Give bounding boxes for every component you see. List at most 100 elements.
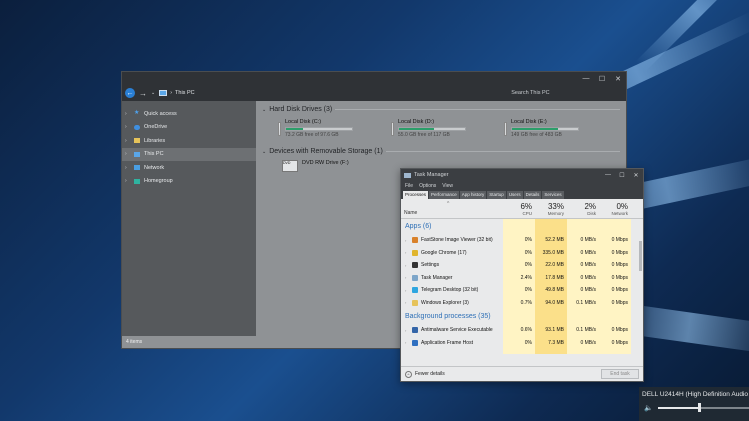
process-name-cell: › Application Frame Host: [401, 339, 503, 346]
minimize-button[interactable]: —: [601, 172, 615, 178]
disk-cell: 0 MB/s: [580, 249, 596, 256]
sidebar-item-homegroup[interactable]: › Homegroup: [122, 175, 256, 189]
menu-file[interactable]: File: [405, 183, 413, 189]
chevron-down-icon[interactable]: ⌄: [262, 107, 266, 113]
menu-view[interactable]: View: [442, 183, 453, 189]
chevron-right-icon[interactable]: ›: [405, 275, 409, 280]
speaker-icon[interactable]: 🔈: [644, 404, 653, 412]
drive-c[interactable]: Local Disk (C:) 73.2 GB free of 97.6 GB: [278, 119, 353, 138]
chevron-up-icon: ^: [405, 370, 412, 378]
search-input[interactable]: Search This PC: [511, 88, 601, 99]
process-name: Task Manager: [421, 274, 453, 281]
sidebar-item-this-pc[interactable]: › This PC: [122, 147, 256, 161]
explorer-titlebar[interactable]: — ☐ ✕: [122, 72, 626, 85]
chevron-right-icon[interactable]: ›: [125, 151, 130, 157]
address-bar[interactable]: › This PC: [159, 88, 489, 99]
tab-details[interactable]: Details: [523, 191, 542, 199]
shield-icon: [412, 327, 418, 334]
tab-users[interactable]: Users: [506, 191, 523, 199]
table-row[interactable]: › Telegram Desktop (32 bit) 0% 49.8 MB 0 MB/…: [401, 284, 643, 297]
process-name-cell: › Antimalware Service Executable: [401, 327, 503, 334]
chevron-right-icon[interactable]: ›: [405, 250, 409, 255]
cpu-cell: 0%: [524, 262, 532, 269]
forward-icon[interactable]: →: [139, 89, 147, 98]
process-name: Antimalware Service Executable: [421, 327, 493, 334]
column-disk[interactable]: 2% Disk: [567, 199, 599, 218]
network-cell: 0 Mbps: [611, 237, 628, 244]
maximize-button[interactable]: ☐: [615, 172, 629, 179]
chevron-down-icon[interactable]: ⌄: [262, 149, 266, 155]
settings-icon: [412, 262, 418, 269]
drive-e[interactable]: Local Disk (E:) 149 GB free of 483 GB: [504, 119, 579, 138]
close-button[interactable]: ✕: [629, 172, 643, 179]
scrollbar[interactable]: [638, 241, 642, 351]
disk-label: Disk: [587, 210, 596, 216]
close-button[interactable]: ✕: [610, 72, 626, 85]
memory-cell: 17.8 MB: [545, 274, 564, 281]
tab-services[interactable]: Services: [542, 191, 564, 199]
column-headers: ^ Name 6% CPU 33% Memory 2% Disk 0% Netw…: [401, 199, 643, 219]
disk-total: 2%: [584, 201, 596, 211]
task-manager-titlebar[interactable]: Task Manager — ☐ ✕: [401, 169, 643, 181]
chevron-right-icon[interactable]: ›: [125, 111, 130, 117]
sort-caret-icon: ^: [447, 201, 450, 207]
tab-performance[interactable]: Performance: [429, 191, 459, 199]
table-row[interactable]: › Application Frame Host 0% 7.3 MB 0 MB/s 0 M…: [401, 337, 643, 350]
maximize-button[interactable]: ☐: [594, 72, 610, 85]
group-header-hdd[interactable]: ⌄ Hard Disk Drives (3): [262, 106, 620, 113]
column-name[interactable]: Name: [401, 199, 503, 218]
sidebar-item-quick-access[interactable]: › ★ Quick access: [122, 107, 256, 121]
process-name-cell: › Google Chrome (17): [401, 249, 503, 256]
group-header-removable[interactable]: ⌄ Devices with Removable Storage (1): [262, 148, 620, 155]
back-icon[interactable]: ←: [125, 88, 135, 98]
chevron-right-icon[interactable]: ›: [125, 178, 130, 184]
menu-options[interactable]: Options: [419, 183, 436, 189]
memory-cell: 22.0 MB: [545, 262, 564, 269]
process-name-cell: › Telegram Desktop (32 bit): [401, 287, 503, 294]
chevron-right-icon[interactable]: ›: [405, 238, 409, 243]
chevron-right-icon[interactable]: ›: [405, 288, 409, 293]
column-network[interactable]: 0% Network: [599, 199, 631, 218]
tab-startup[interactable]: Startup: [487, 191, 506, 199]
chevron-right-icon[interactable]: ›: [405, 328, 409, 333]
volume-slider-thumb[interactable]: [697, 403, 701, 412]
chevron-right-icon[interactable]: ›: [125, 124, 130, 130]
volume-slider[interactable]: [657, 403, 749, 412]
explorer-icon: [412, 299, 418, 306]
table-row[interactable]: › Task Manager 2.4% 17.8 MB 0 MB/s 0 Mbps: [401, 272, 643, 285]
disk-cell: 0.1 MB/s: [576, 327, 596, 334]
item-count: 4 items: [126, 339, 143, 345]
chevron-right-icon[interactable]: ›: [405, 263, 409, 268]
scrollbar-thumb[interactable]: [639, 241, 642, 271]
disk-cell: 0 MB/s: [580, 274, 596, 281]
tab-processes[interactable]: Processes: [403, 191, 429, 199]
taskmanager-icon: [412, 274, 418, 281]
drive-name: Local Disk (E:): [511, 119, 547, 125]
chevron-right-icon[interactable]: ›: [125, 138, 130, 144]
minimize-button[interactable]: —: [578, 72, 594, 85]
drive-usage-fill: [399, 128, 434, 130]
tab-app-history[interactable]: App history: [459, 191, 487, 199]
table-row[interactable]: › Google Chrome (17) 0% 335.0 MB 0 MB/s 0 Mbp…: [401, 247, 643, 260]
divider: [385, 151, 620, 152]
table-row[interactable]: › Antimalware Service Executable 0.6% 93.1 …: [401, 324, 643, 337]
sidebar-item-libraries[interactable]: › Libraries: [122, 134, 256, 148]
recent-dropdown-icon[interactable]: ⌄: [151, 90, 155, 96]
sidebar-item-onedrive[interactable]: › OneDrive: [122, 121, 256, 135]
table-row[interactable]: › Settings 0% 22.0 MB 0 MB/s 0 Mbps: [401, 259, 643, 272]
end-task-button[interactable]: End task: [601, 369, 639, 379]
table-row[interactable]: › FastStone Image Viewer (32 bit) 0% 52.2 M…: [401, 234, 643, 247]
drive-free-space: 149 GB free of 483 GB: [511, 132, 562, 138]
chevron-right-icon[interactable]: ›: [405, 340, 409, 345]
drive-d[interactable]: Local Disk (D:) 55.0 GB free of 117 GB: [391, 119, 466, 138]
table-row[interactable]: › Windows Explorer (3) 0.7% 94.0 MB 0.1 MB/s…: [401, 297, 643, 310]
column-cpu[interactable]: 6% CPU: [503, 199, 535, 218]
drive-usage-bar: [285, 127, 353, 131]
audio-device-name[interactable]: DELL U2414H (High Definition Audio D: [639, 387, 749, 398]
chevron-right-icon[interactable]: ›: [405, 300, 409, 305]
sidebar-item-network[interactable]: › Network: [122, 161, 256, 175]
dvd-badge: DVD: [283, 161, 291, 165]
column-memory[interactable]: 33% Memory: [535, 199, 567, 218]
fewer-details-button[interactable]: ^ Fewer details: [405, 370, 445, 378]
chevron-right-icon[interactable]: ›: [125, 165, 130, 171]
